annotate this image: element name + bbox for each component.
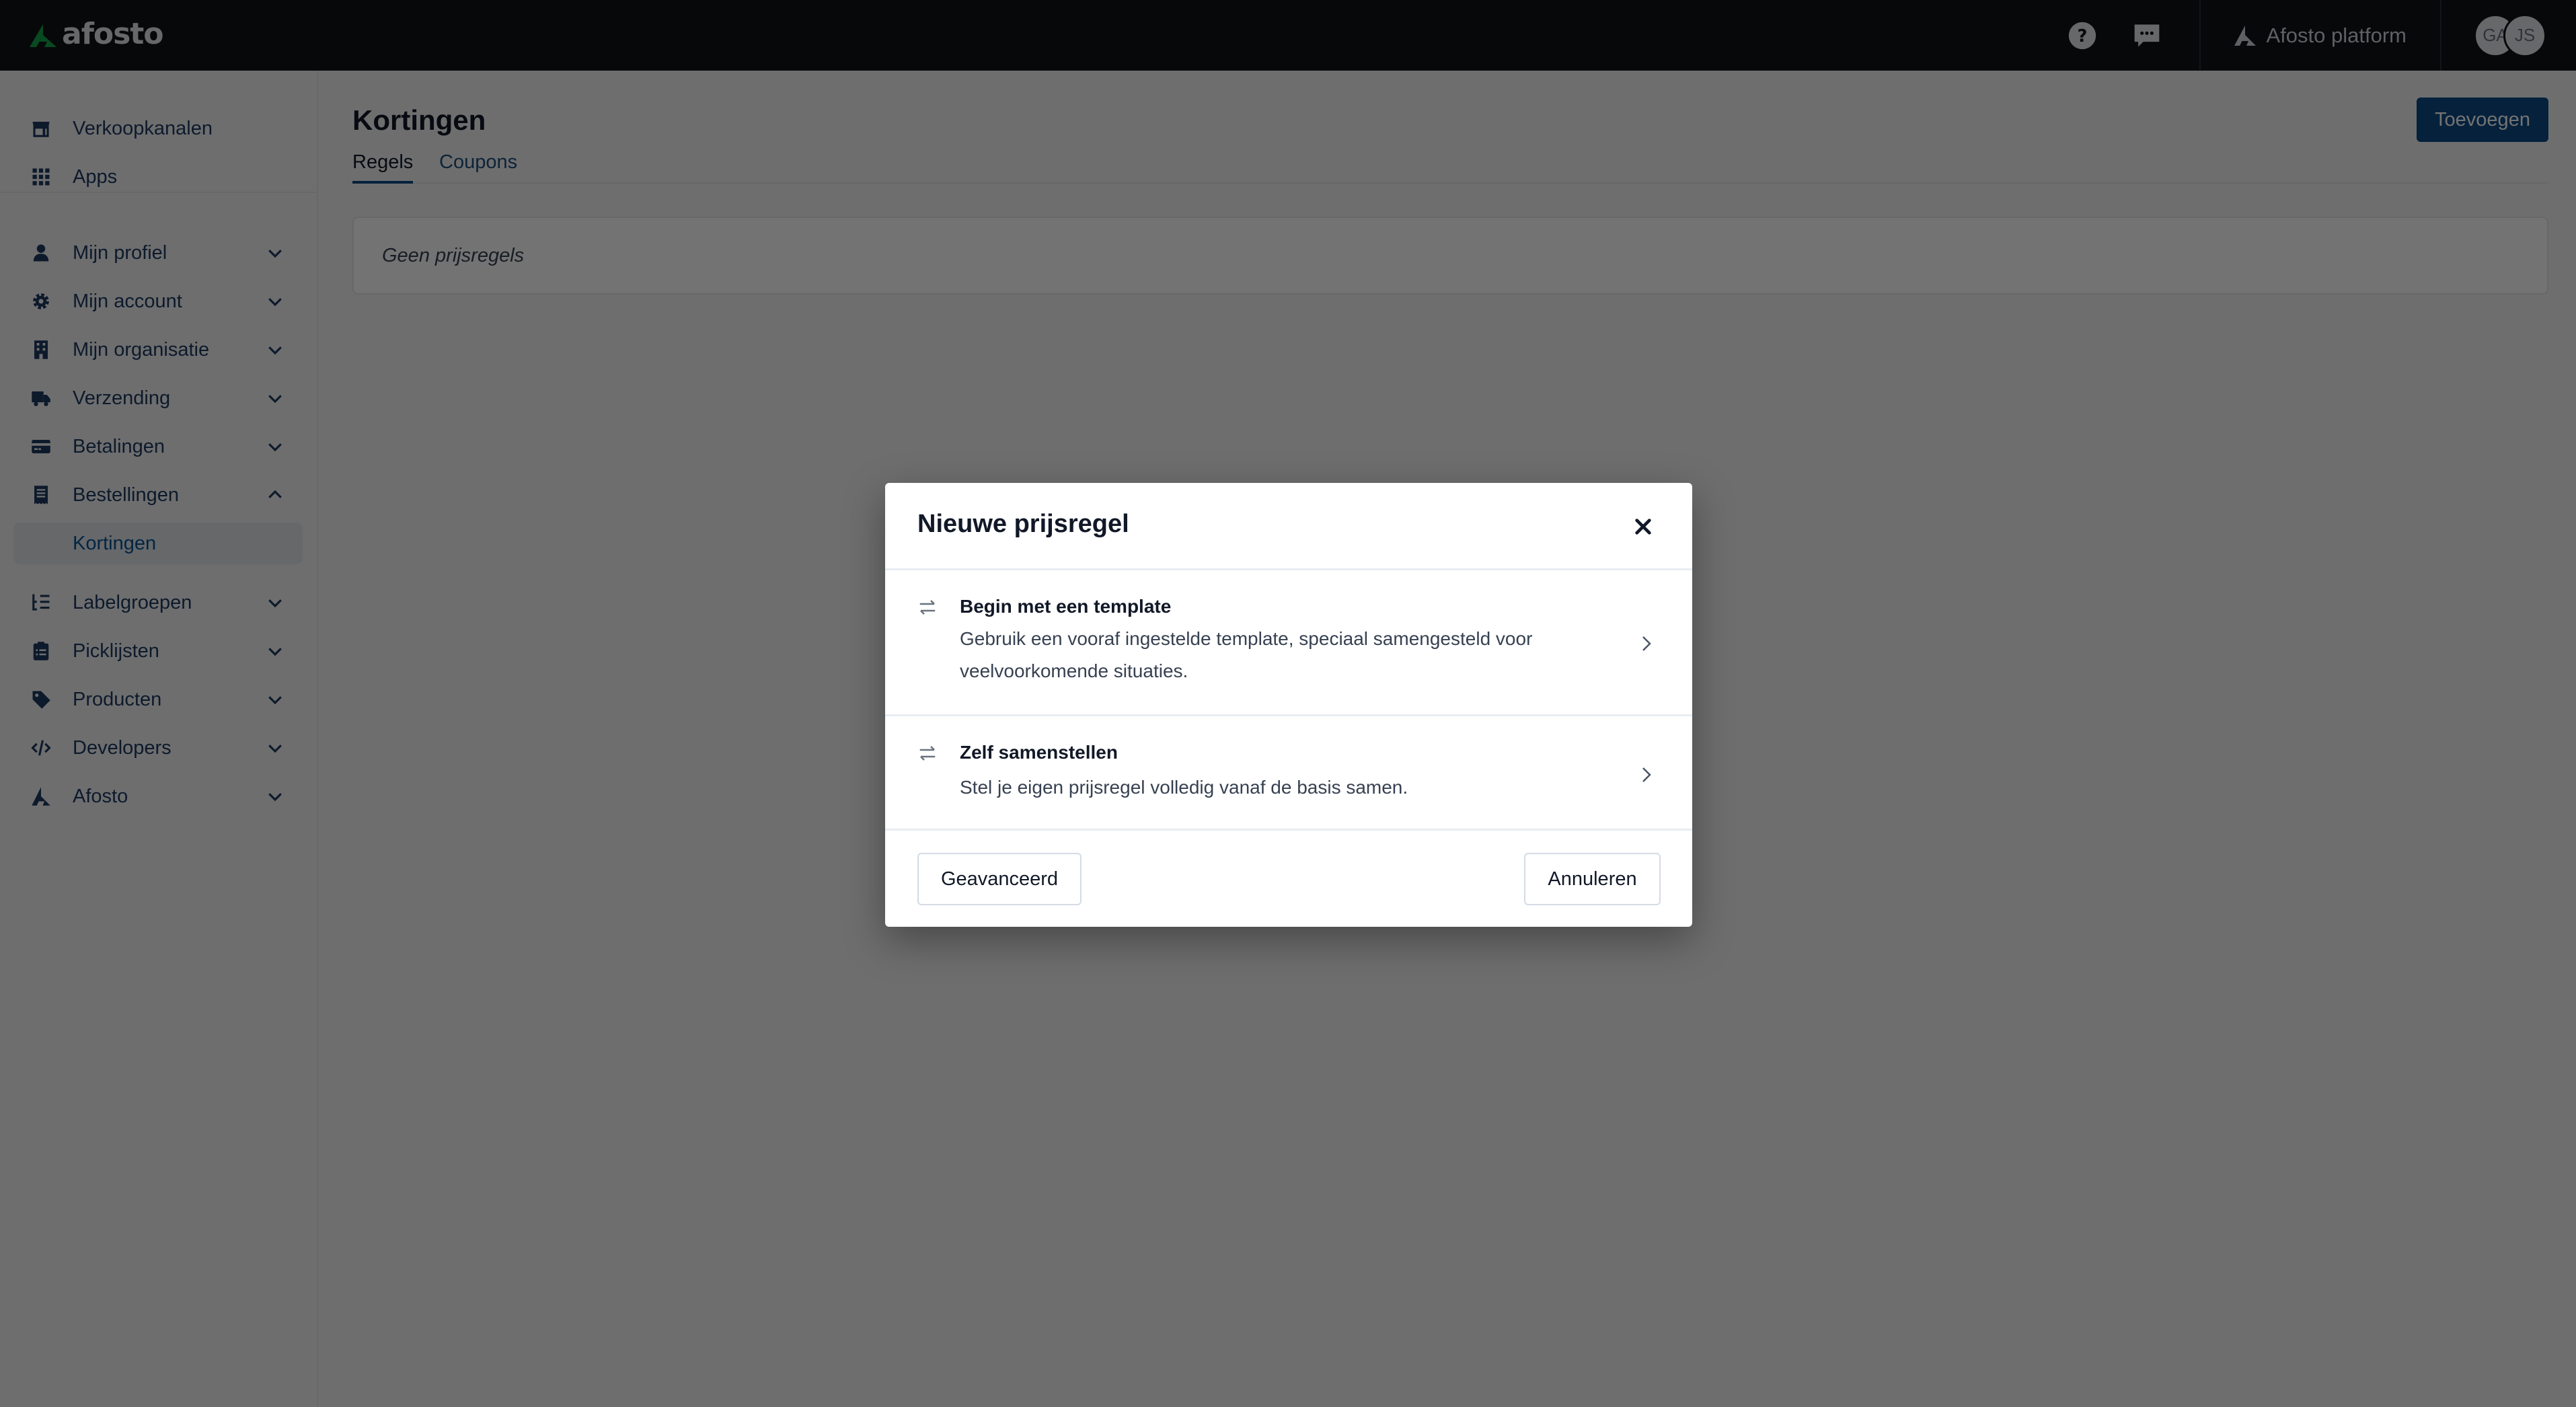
advanced-button[interactable]: Geavanceerd: [917, 853, 1082, 905]
option-description: Stel je eigen prijsregel volledig vanaf …: [960, 777, 1408, 798]
option-custom[interactable]: Zelf samenstellen Stel je eigen prijsreg…: [885, 716, 1692, 831]
arrows-exchange-icon: [919, 746, 936, 761]
close-icon: [1635, 519, 1651, 535]
new-price-rule-modal: Nieuwe prijsregel Begin met een template…: [885, 483, 1692, 927]
option-title: Begin met een template: [960, 596, 1172, 617]
chevron-right-icon: [1642, 767, 1651, 782]
option-template[interactable]: Begin met een template Gebruik een voora…: [885, 570, 1692, 716]
arrows-exchange-icon: [919, 600, 936, 615]
close-button[interactable]: [1628, 511, 1659, 542]
modal-title: Nieuwe prijsregel: [917, 510, 1129, 538]
modal-header: Nieuwe prijsregel: [885, 483, 1692, 570]
cancel-button[interactable]: Annuleren: [1524, 853, 1661, 905]
option-title: Zelf samenstellen: [960, 742, 1118, 763]
option-description: Gebruik een vooraf ingestelde template, …: [960, 628, 1533, 681]
chevron-right-icon: [1642, 636, 1651, 651]
